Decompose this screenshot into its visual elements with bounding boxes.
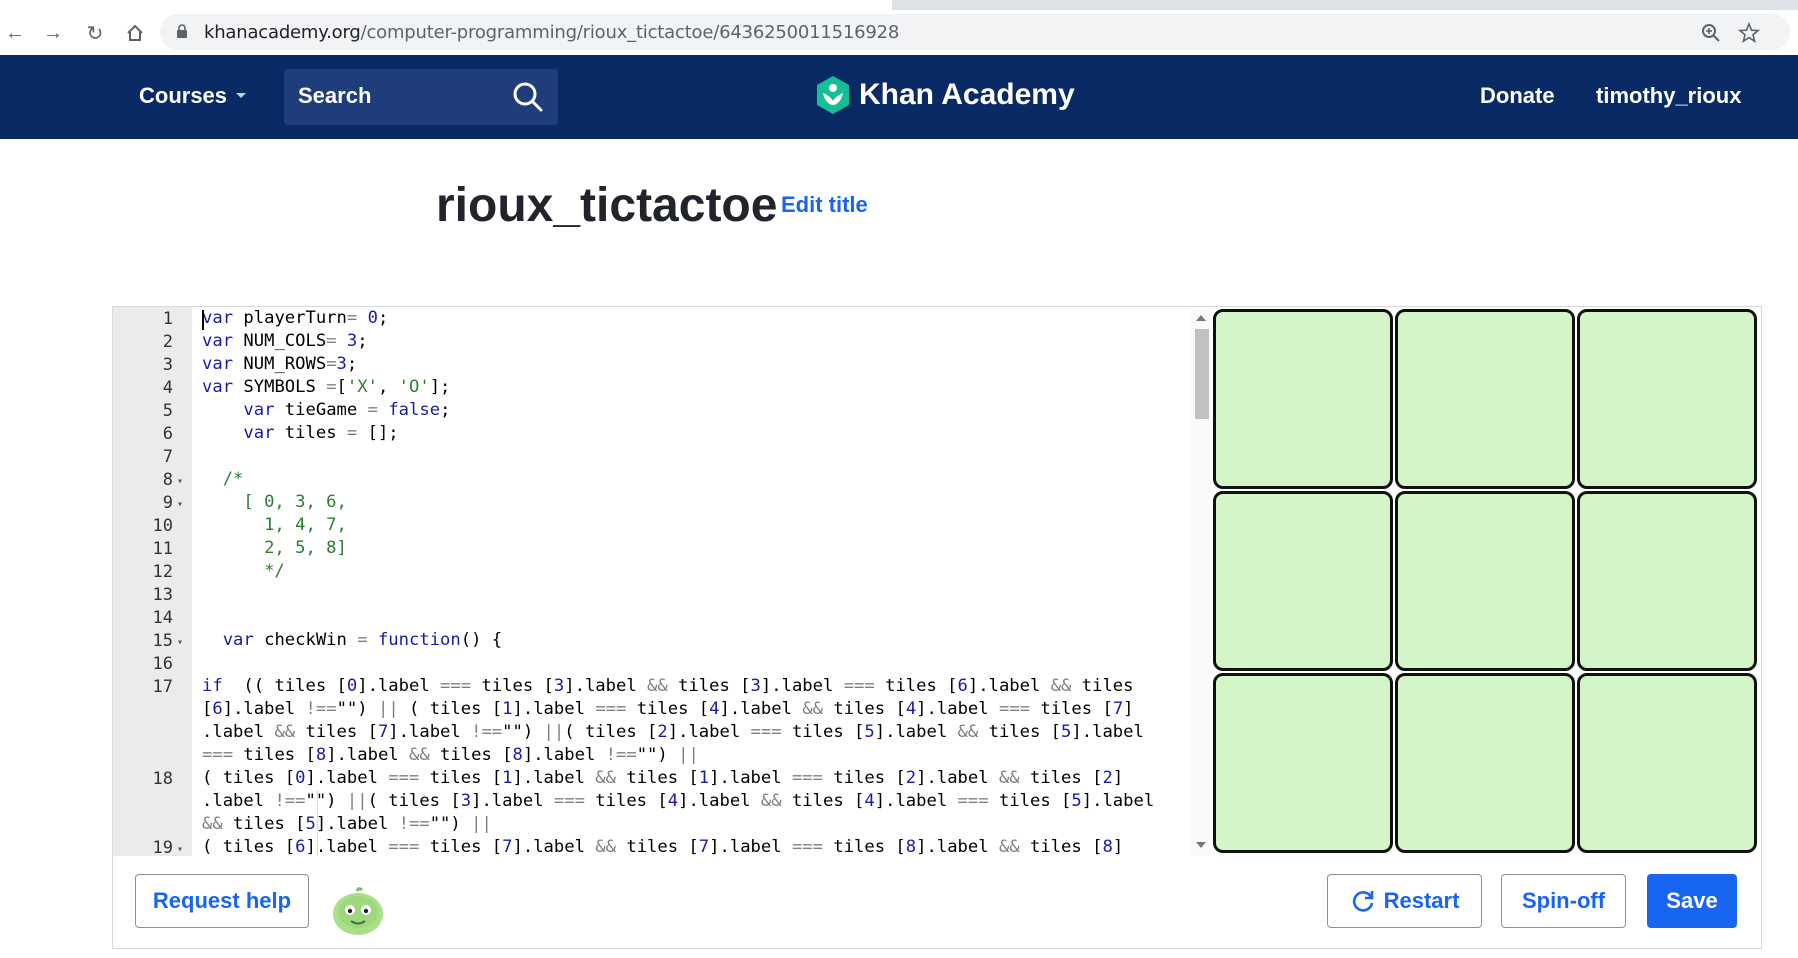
fold-arrow-icon[interactable]: ▾ (177, 476, 183, 487)
search-input[interactable]: Search (284, 69, 558, 125)
chevron-down-icon (236, 93, 247, 98)
spin-off-button[interactable]: Spin-off (1501, 874, 1626, 928)
courses-menu[interactable]: Courses (139, 83, 247, 109)
code-line[interactable]: 2, 5, 8] (202, 537, 347, 560)
page-title: rioux_tictactoe (436, 179, 778, 232)
program-editor: 1 2 3 4 5 6 7 8 ▾ 9 ▾ 10 11 12 13 14 15 ▾ 16 17 18 19 ▾ var pl… (112, 306, 1762, 949)
line-number: 6 (162, 424, 173, 444)
code-editor[interactable]: var playerTurn= 0; var NUM_COLS= 3; var NU… (192, 307, 1272, 856)
code-line[interactable]: var checkWin = function() { (202, 629, 502, 652)
restart-label: Restart (1383, 888, 1460, 913)
line-number: 10 (152, 516, 173, 536)
code-line[interactable]: if (( tiles [0].label === tiles [3].labe… (202, 675, 1134, 698)
tictactoe-tile[interactable] (1577, 673, 1757, 853)
line-number: 3 (162, 355, 173, 375)
url-path: /computer-programming/rioux_tictactoe/64… (360, 22, 900, 43)
back-icon[interactable]: ← (2, 20, 28, 46)
reload-icon[interactable]: ↻ (82, 20, 108, 46)
tictactoe-tile[interactable] (1213, 491, 1393, 671)
line-number: 5 (162, 401, 173, 421)
code-line[interactable]: var playerTurn= 0; (202, 307, 388, 330)
line-number: 2 (162, 332, 173, 352)
line-number: 1 (162, 309, 173, 329)
line-number: 18 (152, 769, 173, 789)
khan-leaf-icon (817, 76, 849, 114)
code-line[interactable]: .label !=="") ||( tiles [3].label === ti… (202, 790, 1154, 813)
user-menu[interactable]: timothy_rioux (1596, 83, 1741, 109)
line-number: 17 (152, 677, 173, 697)
code-line[interactable]: [ 0, 3, 6, (202, 491, 346, 514)
tictactoe-tile[interactable] (1577, 309, 1757, 489)
tictactoe-tile[interactable] (1213, 309, 1393, 489)
code-line[interactable]: === tiles [8].label && tiles [8].label !… (202, 744, 699, 767)
zoom-icon[interactable] (1700, 22, 1722, 44)
editor-scrollbar[interactable] (1191, 307, 1211, 856)
code-line[interactable]: var NUM_ROWS=3; (202, 353, 357, 376)
fold-arrow-icon[interactable]: ▾ (177, 637, 183, 648)
restart-button[interactable]: Restart (1327, 874, 1482, 928)
code-line[interactable]: var tieGame = false; (202, 399, 450, 422)
line-number-gutter: 1 2 3 4 5 6 7 8 ▾ 9 ▾ 10 11 12 13 14 15 ▾ 16 17 18 19 ▾ (113, 307, 192, 858)
tictactoe-tile[interactable] (1395, 491, 1575, 671)
line-number: 15 (152, 631, 173, 651)
edit-title-link[interactable]: Edit title (781, 192, 868, 218)
lock-icon (177, 24, 187, 38)
line-number: 8 (162, 470, 173, 490)
save-button[interactable]: Save (1647, 874, 1737, 928)
fold-arrow-icon[interactable]: ▾ (177, 844, 183, 855)
code-line[interactable]: 1, 4, 7, (202, 514, 347, 537)
line-number: 12 (152, 562, 173, 582)
program-canvas[interactable] (1211, 307, 1761, 856)
tictactoe-tile[interactable] (1577, 491, 1757, 671)
code-line[interactable]: ( tiles [6].label === tiles [7].label &&… (202, 836, 1123, 856)
line-number: 11 (152, 539, 173, 559)
editor-toolbar: Request help Restart Spin-off Save (113, 856, 1761, 948)
line-number: 16 (152, 654, 173, 674)
logo-text: Khan Academy (859, 78, 1075, 111)
tictactoe-tile[interactable] (1213, 673, 1393, 853)
code-line[interactable]: var SYMBOLS =['X', 'O']; (202, 376, 450, 399)
scroll-thumb[interactable] (1195, 329, 1209, 419)
search-icon[interactable] (512, 81, 544, 113)
forward-icon[interactable]: → (40, 20, 66, 46)
line-number: 14 (152, 608, 173, 628)
code-line[interactable]: .label && tiles [7].label !=="") ||( til… (202, 721, 1144, 744)
url-domain: khanacademy.org (204, 22, 361, 43)
fold-arrow-icon[interactable]: ▾ (177, 499, 183, 510)
scroll-up-icon[interactable] (1196, 315, 1206, 321)
home-icon[interactable] (122, 20, 148, 46)
code-line[interactable]: [6].label !=="") || ( tiles [1].label ==… (202, 698, 1134, 721)
khan-academy-logo[interactable]: Khan Academy (815, 75, 1075, 115)
restart-icon (1352, 891, 1373, 912)
tab-strip (0, 0, 1798, 10)
line-number: 19 (152, 838, 173, 858)
tictactoe-tile[interactable] (1395, 309, 1575, 489)
request-help-button[interactable]: Request help (135, 874, 309, 928)
code-line[interactable]: && tiles [5].label !=="") || (202, 813, 492, 836)
code-line[interactable]: var tiles = []; (202, 422, 398, 445)
avatar[interactable] (331, 886, 385, 936)
search-label: Search (298, 83, 372, 108)
line-number: 7 (162, 447, 173, 467)
address-bar[interactable]: khanacademy.org/computer-programming/rio… (160, 14, 1790, 50)
line-number: 4 (162, 378, 173, 398)
code-line[interactable]: ( tiles [0].label === tiles [1].label &&… (202, 767, 1123, 790)
tictactoe-tile[interactable] (1395, 673, 1575, 853)
donate-link[interactable]: Donate (1480, 83, 1555, 109)
bookmark-star-icon[interactable] (1738, 22, 1760, 44)
courses-label: Courses (139, 83, 228, 108)
url-text: khanacademy.org/computer-programming/rio… (204, 22, 899, 43)
browser-toolbar: ← → ↻ khanacademy.org/computer-programmi… (0, 0, 1798, 55)
active-tab[interactable] (0, 0, 892, 10)
line-number: 9 (162, 493, 173, 513)
code-line[interactable]: var NUM_COLS= 3; (202, 330, 368, 353)
scroll-down-icon[interactable] (1196, 842, 1206, 848)
site-header: Courses Search Khan Academy Donate timot… (0, 55, 1798, 139)
code-line[interactable]: /* (202, 468, 244, 491)
line-number: 13 (152, 585, 173, 605)
text-cursor (202, 310, 204, 330)
code-line[interactable]: */ (202, 560, 285, 583)
